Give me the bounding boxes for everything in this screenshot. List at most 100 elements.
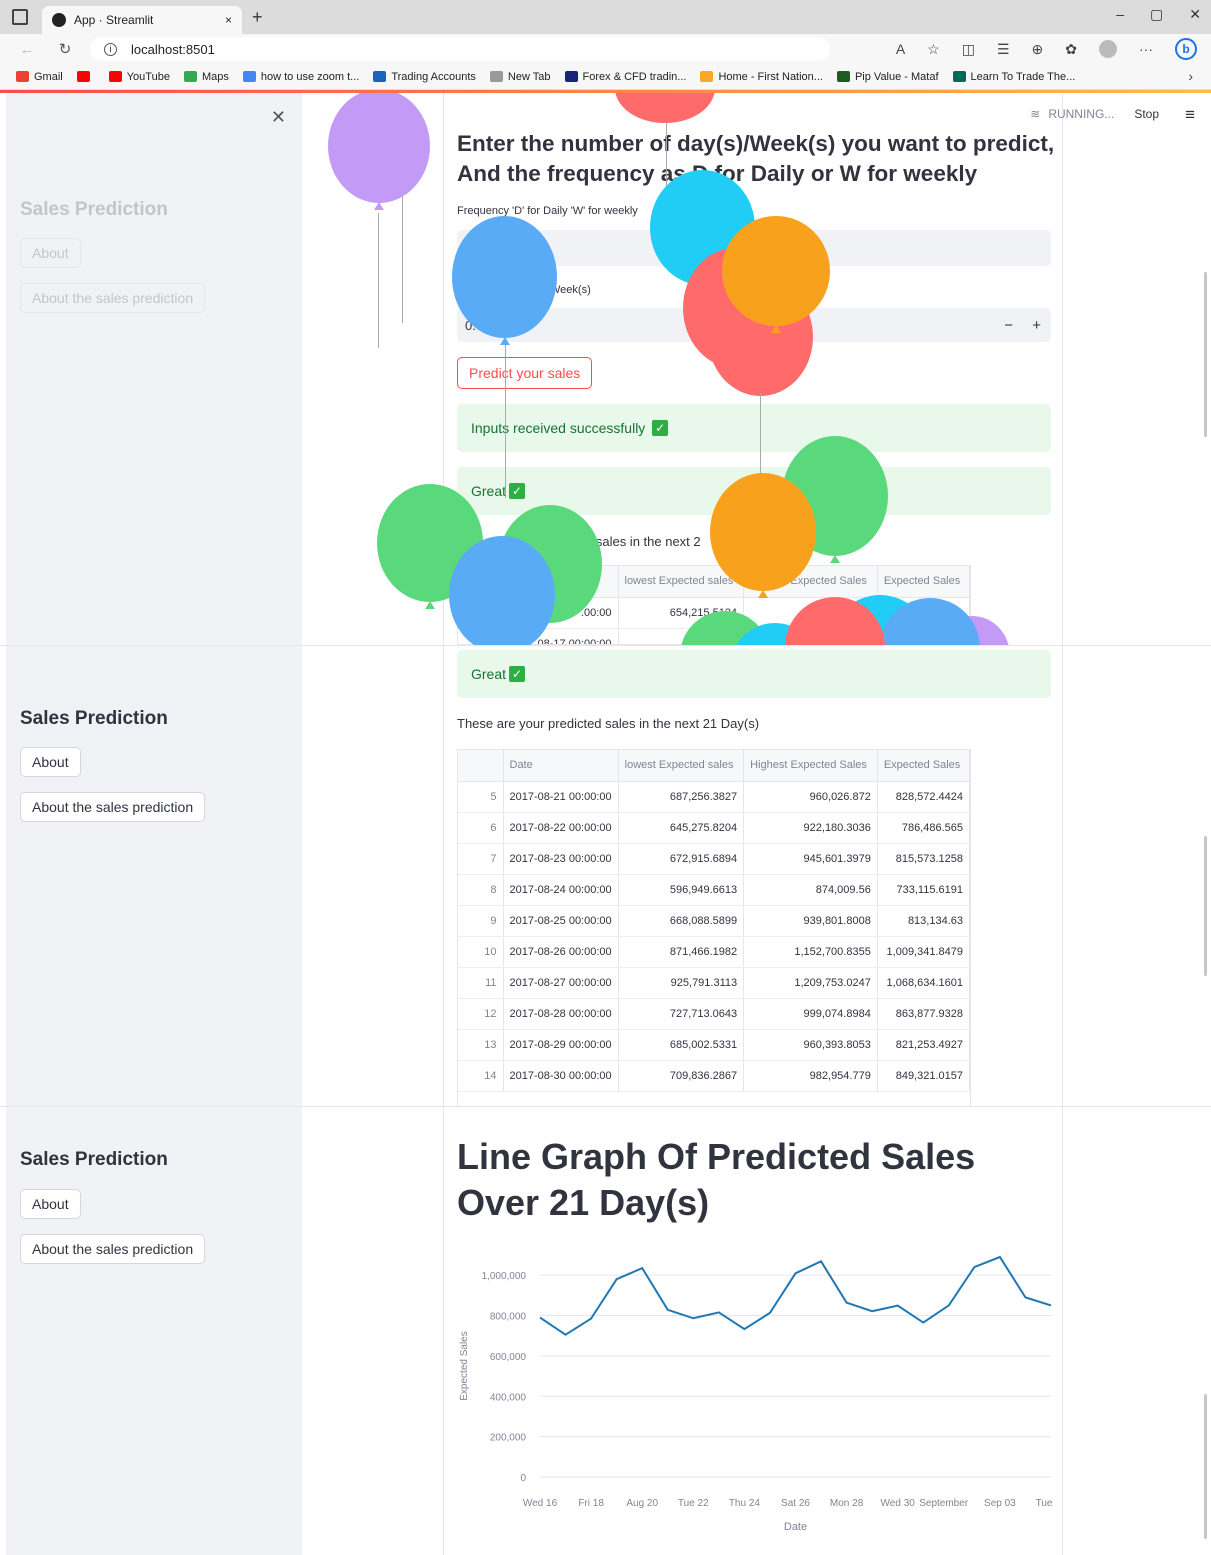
bookmark-icon [373, 71, 387, 82]
sidebar: Sales Prediction About About the sales p… [6, 646, 302, 1106]
bookmark-icon [183, 71, 197, 82]
table-cell: 2017-08-27 00:00:00 [503, 967, 619, 999]
x-axis-label: Date [784, 1521, 807, 1533]
table-header: Expected Sales [877, 566, 970, 598]
about-prediction-button[interactable]: About the sales prediction [20, 283, 206, 313]
table-cell: 821,253.4927 [877, 1029, 971, 1061]
success-alert-great: Great ✓ [457, 650, 1051, 698]
scrollbar[interactable] [1204, 1394, 1207, 1539]
about-prediction-button[interactable]: About the sales prediction [20, 792, 206, 822]
read-aloud-icon[interactable]: A [896, 41, 905, 57]
restore-icon[interactable]: ▢ [1150, 6, 1163, 23]
bookmark-label: Forex & CFD tradin... [582, 70, 687, 83]
bookmark-item[interactable] [76, 71, 95, 82]
table-cell: 2017-08-30 00:00:00 [503, 1060, 619, 1092]
table-cell: 786,486.565 [877, 812, 971, 844]
table-cell: 596,949.6613 [618, 874, 745, 906]
bookmark-item[interactable]: YouTube [108, 70, 170, 83]
tab-actions-icon[interactable] [12, 9, 28, 25]
predict-button[interactable]: Predict your sales [457, 357, 593, 389]
table-cell: 668,088.5899 [618, 905, 745, 937]
bookmark-label: Learn To Trade The... [970, 70, 1076, 83]
bookmark-item[interactable]: New Tab [489, 71, 551, 83]
table-cell: 672,915.6894 [618, 843, 745, 875]
bookmark-icon [700, 71, 714, 82]
balloon [615, 93, 715, 123]
hamburger-menu-icon[interactable]: ≡ [1185, 105, 1195, 125]
bookmark-item[interactable]: how to use zoom t... [242, 71, 359, 83]
table-row: 11 2017-08-27 00:00:00 925,791.3113 1,209,7… [458, 967, 971, 999]
bookmark-item[interactable]: Pip Value - Mataf [836, 71, 939, 83]
table-cell: 945,601.3979 [743, 843, 878, 875]
swimmer-icon: ≋ [1030, 107, 1041, 121]
about-button[interactable]: About [20, 238, 81, 268]
bookmark-item[interactable]: Home - First Nation... [700, 71, 823, 83]
back-icon[interactable]: ← [16, 41, 38, 58]
bookmark-label: YouTube [126, 70, 170, 83]
profile-avatar[interactable] [1099, 40, 1117, 58]
info-icon[interactable]: i [104, 42, 117, 56]
more-menu-icon[interactable]: ··· [1139, 41, 1153, 57]
bookmark-item[interactable]: Maps [183, 71, 229, 83]
scrollbar[interactable] [1204, 272, 1207, 437]
new-tab-icon[interactable]: + [252, 7, 263, 28]
x-tick-label: Aug 20 [626, 1498, 658, 1509]
decrement-button[interactable]: − [1004, 317, 1013, 334]
close-tab-icon[interactable]: × [225, 13, 232, 27]
about-button[interactable]: About [20, 747, 81, 777]
split-screen-icon[interactable]: ◫ [962, 41, 975, 58]
bookmarks-overflow-icon[interactable]: › [1188, 68, 1193, 84]
frequency-label: Frequency 'D' for Daily 'W' for weekly [457, 205, 638, 217]
table-header: lowest Expected sales [618, 750, 745, 782]
y-tick-label: 0 [520, 1473, 526, 1484]
alert-text: Great [471, 666, 507, 682]
bookmark-icon [836, 71, 850, 82]
collections-icon[interactable]: ⊕ [1032, 41, 1044, 58]
table-cell: 2017-08-28 00:00:00 [503, 998, 619, 1030]
url-field[interactable]: i localhost:8501 [90, 37, 830, 61]
predictions-table[interactable]: Date lowest Expected sales Highest Expecte… [457, 749, 971, 1106]
balloon [710, 473, 816, 598]
table-cell: 709,836.2867 [618, 1060, 745, 1092]
table-cell: 960,026.872 [743, 781, 878, 813]
bookmark-item[interactable]: Trading Accounts [373, 71, 476, 83]
table-cell: 813,134.63 [877, 905, 971, 937]
favorite-star-icon[interactable]: ☆ [927, 41, 940, 58]
y-tick-label: 400,000 [490, 1392, 527, 1403]
refresh-icon[interactable]: ↻ [54, 40, 76, 58]
table-cell: 815,573.1258 [877, 843, 971, 875]
bookmark-item[interactable]: Forex & CFD tradin... [564, 70, 687, 83]
table-cell: 828,572.4424 [877, 781, 971, 813]
bookmark-label: Trading Accounts [391, 70, 476, 83]
predicted-sales-text: These are your predicted sales in the ne… [457, 716, 760, 731]
extensions-icon[interactable]: ✿ [1065, 41, 1077, 58]
app-view-middle: Sales Prediction About About the sales p… [0, 646, 1211, 1106]
line-chart[interactable]: 0 200,000 400,000 600,000 800,000 1,000,000 We… [455, 1237, 1055, 1537]
about-button[interactable]: About [20, 1189, 81, 1219]
table-row: 10 2017-08-26 00:00:00 871,466.1982 1,152,7… [458, 936, 971, 968]
close-sidebar-icon[interactable]: ✕ [271, 107, 286, 128]
y-tick-label: 1,000,000 [482, 1271, 527, 1282]
bookmark-item[interactable]: Learn To Trade The... [952, 70, 1076, 83]
table-cell: 999,074.8984 [743, 998, 878, 1030]
table-cell: 925,791.3113 [618, 967, 745, 999]
browser-tab[interactable]: App · Streamlit × [42, 6, 242, 34]
table-cell: 939,801.8008 [743, 905, 878, 937]
stop-button[interactable]: Stop [1134, 107, 1159, 121]
table-header: Expected Sales [877, 750, 971, 782]
browser-toolbar: A ☆ ◫ ☰ ⊕ ✿ ··· b [896, 38, 1197, 60]
favorites-icon[interactable]: ☰ [997, 41, 1010, 58]
table-row: 13 2017-08-29 00:00:00 685,002.5331 960,393… [458, 1029, 971, 1061]
table-cell: 922,180.3036 [743, 812, 878, 844]
minimize-icon[interactable]: – [1116, 6, 1124, 23]
about-prediction-button[interactable]: About the sales prediction [20, 1234, 206, 1264]
table-cell: 2017-08-24 00:00:00 [503, 874, 619, 906]
close-window-icon[interactable]: ✕ [1189, 6, 1201, 23]
bing-icon[interactable]: b [1175, 38, 1197, 60]
bookmark-icon [16, 71, 29, 82]
scrollbar[interactable] [1204, 836, 1207, 976]
increment-button[interactable]: + [1032, 317, 1041, 334]
running-label: RUNNING... [1048, 107, 1115, 121]
bookmark-label: Home - First Nation... [718, 70, 823, 83]
bookmark-item[interactable]: Gmail [16, 71, 63, 83]
